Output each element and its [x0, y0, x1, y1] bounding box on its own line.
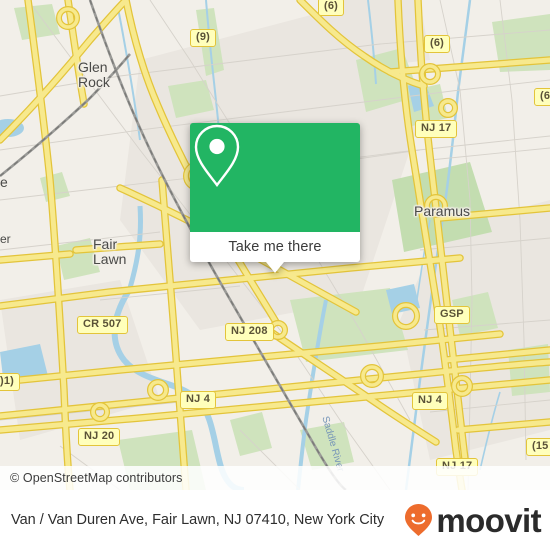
highway-shield: NJ 208	[225, 323, 274, 341]
map-canvas[interactable]: .park { fill:#cfe3bd; } .parkd { fill:#c…	[0, 0, 550, 490]
map-pin-icon	[194, 124, 240, 187]
osm-attribution-text[interactable]: © OpenStreetMap contributors	[0, 471, 183, 485]
highway-shield: (15	[526, 438, 550, 456]
highway-shield: (9)	[190, 29, 217, 47]
highway-shield: )1)	[0, 373, 21, 391]
take-me-there-label: Take me there	[228, 239, 322, 255]
popup-footer[interactable]: Take me there	[190, 232, 360, 273]
highway-shield: NJ 4	[180, 391, 217, 409]
highway-shield: NJ 17	[415, 120, 458, 138]
moovit-map-screen: .park { fill:#cfe3bd; } .parkd { fill:#c…	[0, 0, 550, 550]
moovit-pin-icon	[405, 504, 433, 536]
location-title: Van / Van Duren Ave, Fair Lawn, NJ 07410…	[11, 512, 385, 528]
highway-shield: NJ 4	[412, 392, 449, 410]
highway-shield: (6)	[424, 35, 451, 53]
footer-bar: Van / Van Duren Ave, Fair Lawn, NJ 07410…	[0, 490, 550, 550]
location-popup[interactable]: Take me there	[190, 123, 360, 273]
highway-shield: CR 507	[77, 316, 128, 334]
popup-tail	[266, 262, 284, 273]
highway-shield: (6	[534, 88, 550, 106]
popup-header	[190, 123, 360, 232]
map-attribution-bar: © OpenStreetMap contributors	[0, 466, 550, 490]
moovit-wordmark: moovit	[436, 501, 541, 539]
moovit-logo[interactable]: moovit	[403, 501, 542, 539]
highway-shield: NJ 20	[78, 428, 121, 446]
highway-shield: (6)	[318, 0, 345, 16]
highway-shield: GSP	[434, 306, 470, 324]
